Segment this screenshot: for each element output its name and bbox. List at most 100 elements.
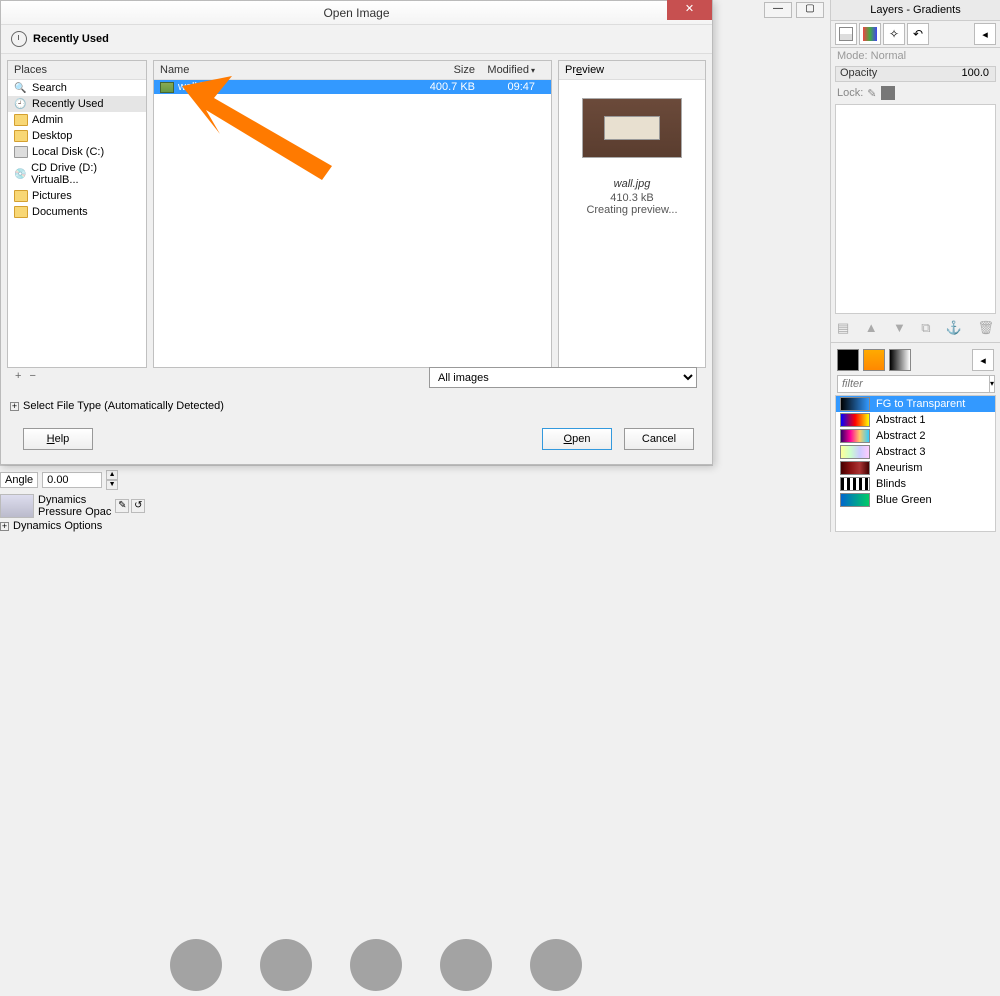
angle-down[interactable]: ▼ [106,480,118,490]
tab-layers[interactable] [835,23,857,45]
remove-bookmark-button[interactable]: − [29,370,35,382]
dialog-titlebar[interactable]: Open Image ✕ [1,1,712,25]
image-file-icon [160,82,174,93]
file-row[interactable]: wall.jpg400.7 KB09:47 [154,80,551,94]
place-item-desktop[interactable]: Desktop [8,128,146,144]
delete-layer-icon[interactable]: 🗑 [977,320,994,336]
folder-icon [14,130,28,142]
dynamics-options-label: Dynamics Options [13,520,102,532]
duplicate-layer-icon[interactable]: ⧉ [921,320,930,336]
place-item-recently-used[interactable]: Recently Used [8,96,146,112]
dock-title: Layers - Gradients [831,0,1000,21]
swatch-fg[interactable] [837,349,859,371]
gradient-swatch [840,413,870,427]
swatch-pattern[interactable] [863,349,885,371]
file-name: wall.jpg [178,81,415,93]
dynamics-preset: Pressure Opac [38,506,111,518]
expand-dynamics-icon[interactable]: + [0,522,9,531]
column-modified[interactable]: Modified [475,64,545,76]
place-label: Local Disk (C:) [32,146,104,158]
file-panel: Name Size Modified wall.jpg400.7 KB09:47 [153,60,552,368]
gradient-item-abstract-1[interactable]: Abstract 1 [836,412,995,428]
gradient-item-fg-to-transparent[interactable]: FG to Transparent [836,396,995,412]
place-label: Desktop [32,130,72,142]
folder-icon [14,206,28,218]
opacity-slider[interactable]: Opacity 100.0 [835,66,996,82]
maximize-button[interactable]: ▢ [796,2,824,18]
lock-alpha-icon[interactable] [881,86,895,100]
preview-filename: wall.jpg [614,178,651,190]
preview-status: Creating preview... [586,204,677,216]
angle-up[interactable]: ▲ [106,470,118,480]
mode-label: Mode: [837,50,868,62]
places-panel: Places SearchRecently UsedAdminDesktopLo… [7,60,147,368]
column-name[interactable]: Name [160,64,415,76]
gradient-item-aneurism[interactable]: Aneurism [836,460,995,476]
drive-icon [14,146,28,158]
preview-panel: Preview wall.jpg 410.3 kB Creating previ… [558,60,706,368]
tab-paths[interactable]: ✧ [883,23,905,45]
lock-pixels-icon[interactable]: ✎ [867,87,876,100]
tab-channels[interactable] [859,23,881,45]
dock-menu-icon[interactable]: ◂ [974,23,996,45]
place-item-search[interactable]: Search [8,80,146,96]
tab-undo[interactable]: ↶ [907,23,929,45]
place-item-pictures[interactable]: Pictures [8,188,146,204]
gradient-swatch [840,397,870,411]
anchor-layer-icon[interactable]: ⚓ [946,320,962,336]
dynamics-icon[interactable] [0,494,34,518]
preview-thumbnail [582,98,682,158]
raise-layer-icon[interactable]: ▲ [865,320,878,336]
folder-icon [14,114,28,126]
plus-icon: + [10,402,19,411]
breadcrumb-bar: Recently Used [1,25,712,54]
place-item-documents[interactable]: Documents [8,204,146,220]
gradient-swatch [840,493,870,507]
dialog-title: Open Image [323,6,389,20]
column-size[interactable]: Size [415,64,475,76]
open-image-dialog: Open Image ✕ Recently Used Places Search… [0,0,713,465]
place-label: CD Drive (D:) VirtualB... [31,162,140,186]
recent-icon [11,31,27,47]
opacity-label: Opacity [840,67,955,79]
preview-header: Preview [565,64,604,76]
dynamics-edit-icon[interactable]: ✎ [115,499,129,513]
place-item-admin[interactable]: Admin [8,112,146,128]
main-window-peek: Angle 0.00 ▲▼ Dynamics Pressure Opac ✎ ↺… [0,465,713,532]
right-dock: Layers - Gradients ✧ ↶ ◂ Mode: Normal Op… [830,0,1000,532]
select-filetype-expander[interactable]: + Select File Type (Automatically Detect… [10,400,224,412]
place-label: Recently Used [32,98,104,110]
gradient-filter-input[interactable] [837,375,990,393]
angle-value[interactable]: 0.00 [42,472,102,488]
filetype-filter-select[interactable]: All images [429,367,697,388]
dynamics-reset-icon[interactable]: ↺ [131,499,145,513]
cancel-button[interactable]: Cancel [624,428,694,450]
place-label: Search [32,82,67,94]
dynamics-label: Dynamics [38,494,111,506]
gradient-swatch [840,461,870,475]
place-label: Admin [32,114,63,126]
gradient-list[interactable]: FG to Transparent Abstract 1 Abstract 2 Abs… [835,395,996,532]
add-bookmark-button[interactable]: + [15,370,21,382]
place-item-local-disk-c-[interactable]: Local Disk (C:) [8,144,146,160]
gradient-item-blinds[interactable]: Blinds [836,476,995,492]
open-button[interactable]: Open [542,428,612,450]
gradient-swatch [840,445,870,459]
gradient-item-blue-green[interactable]: Blue Green [836,492,995,508]
new-layer-icon[interactable]: ▤ [837,320,849,336]
gradient-filter-dropdown[interactable]: ▾ [990,375,995,393]
swatch-gradient[interactable] [889,349,911,371]
minimize-button[interactable]: — [764,2,792,18]
gradient-name: Abstract 2 [876,430,926,442]
gradient-name: Abstract 1 [876,414,926,426]
gradient-item-abstract-3[interactable]: Abstract 3 [836,444,995,460]
opacity-value: 100.0 [959,67,991,79]
gradient-item-abstract-2[interactable]: Abstract 2 [836,428,995,444]
close-button[interactable]: ✕ [667,0,712,20]
help-button[interactable]: Help [23,428,93,450]
place-label: Pictures [32,190,72,202]
lower-layer-icon[interactable]: ▼ [893,320,906,336]
layers-list[interactable] [835,104,996,314]
swatch-menu-icon[interactable]: ◂ [972,349,994,371]
place-item-cd-drive-d-virtualb-[interactable]: CD Drive (D:) VirtualB... [8,160,146,188]
